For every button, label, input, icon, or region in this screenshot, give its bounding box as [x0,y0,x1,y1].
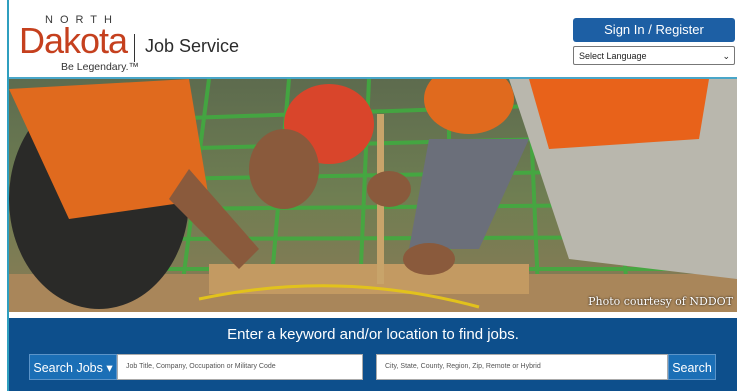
search-type-label: Search Jobs [33,361,103,375]
sign-in-register-button[interactable]: Sign In / Register [573,18,735,42]
hero-image: Photo courtesy of NDDOT [9,77,737,312]
photo-credit: Photo courtesy of NDDOT [588,295,733,308]
logo-job-service-text: Job Service [145,36,240,56]
logo-divider [134,34,135,62]
chevron-down-icon: ⌄ [722,51,730,61]
keyword-input[interactable]: Job Title, Company, Occupation or Milita… [117,354,363,380]
site-header: NORTH Dakota Job Service Be Legendary.™ … [9,0,737,77]
search-button[interactable]: Search [668,354,716,380]
logo-tagline: Be Legendary.™ [61,61,140,73]
language-select[interactable]: Select Language ⌄ [573,46,735,65]
construction-workers-photo [9,79,737,312]
language-select-value: Select Language [579,51,647,61]
search-prompt: Enter a keyword and/or location to find … [227,326,519,343]
location-input[interactable]: City, State, County, Region, Zip, Remote… [376,354,668,380]
logo-dakota-text: Dakota [19,20,128,61]
search-type-dropdown-button[interactable]: Search Jobs ▾ [29,354,117,380]
caret-down-icon: ▾ [106,361,113,375]
nd-job-service-logo[interactable]: NORTH Dakota Job Service Be Legendary.™ [19,14,279,76]
job-search-band: Enter a keyword and/or location to find … [9,318,737,391]
